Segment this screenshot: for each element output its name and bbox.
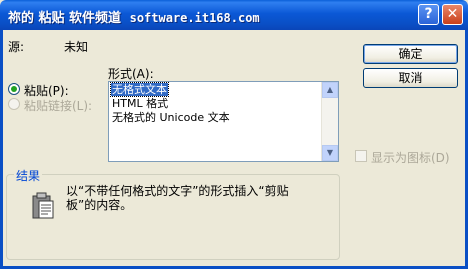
cancel-button[interactable]: 取消 xyxy=(363,68,458,88)
help-icon: ? xyxy=(424,6,433,22)
paste-link-radio[interactable] xyxy=(8,98,20,110)
format-item-html[interactable]: HTML 格式 xyxy=(111,97,169,110)
format-item-plain-text[interactable]: 无格式文本 xyxy=(110,82,169,97)
result-group-title: 结果 xyxy=(14,167,43,184)
result-text-line2: 板”的内容。 xyxy=(66,198,133,212)
window-title: 祢的 粘贴 软件频道 software.it168.com xyxy=(8,7,260,26)
close-button[interactable]: ✕ xyxy=(442,4,463,25)
source-label: 源: xyxy=(8,40,25,54)
display-as-icon-label[interactable]: 显示为图标(D) xyxy=(371,149,450,166)
format-list-scrollbar[interactable]: ▲ ▼ xyxy=(321,82,338,161)
format-listbox[interactable]: 无格式文本 HTML 格式 无格式的 Unicode 文本 ▲ ▼ xyxy=(108,81,339,162)
window-title-text: 祢的 粘贴 软件频道 xyxy=(8,11,122,26)
help-button[interactable]: ? xyxy=(418,4,439,25)
scroll-down-icon[interactable]: ▼ xyxy=(322,145,338,161)
scroll-up-icon[interactable]: ▲ xyxy=(322,82,338,98)
format-item-unicode-text[interactable]: 无格式的 Unicode 文本 xyxy=(111,111,231,124)
display-as-icon-checkbox[interactable] xyxy=(355,150,367,162)
close-icon: ✕ xyxy=(446,6,459,22)
clipboard-icon xyxy=(32,192,54,219)
window-title-site: software.it168.com xyxy=(129,11,260,25)
ok-button[interactable]: 确定 xyxy=(363,44,458,64)
source-value: 未知 xyxy=(64,40,89,54)
title-bar: 祢的 粘贴 软件频道 software.it168.com ? ✕ xyxy=(0,0,468,30)
format-label: 形式(A): xyxy=(108,67,154,81)
paste-link-radio-label[interactable]: 粘贴链接(L): xyxy=(24,97,92,114)
paste-radio[interactable] xyxy=(8,83,20,95)
